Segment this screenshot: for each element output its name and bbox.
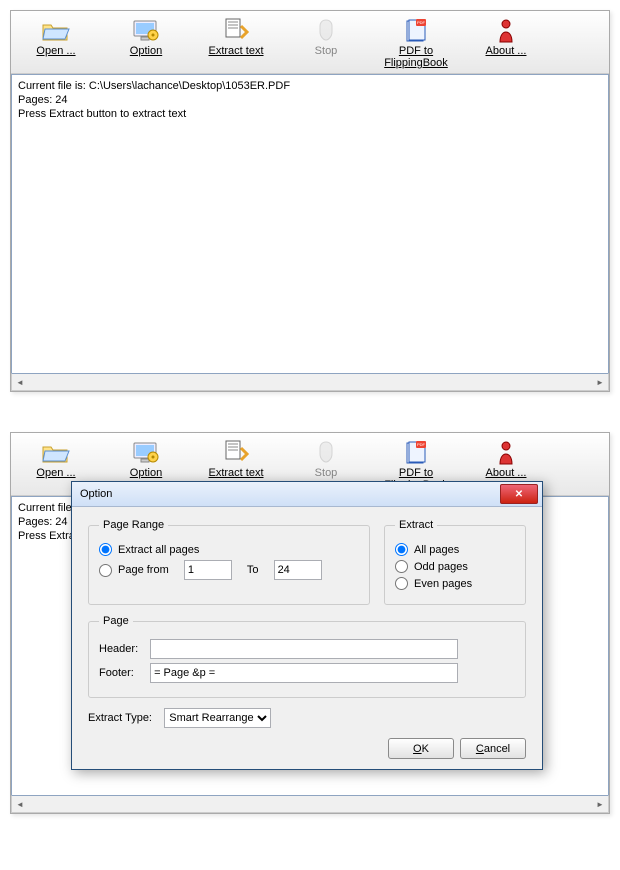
radio-all-pages-label: All pages bbox=[414, 544, 459, 556]
extract-button[interactable]: Extract text bbox=[191, 15, 281, 71]
log-line: Current file is: C:\Users\lachance\Deskt… bbox=[18, 79, 602, 93]
radio-page-from[interactable] bbox=[99, 564, 112, 577]
scroll-right-icon[interactable]: ► bbox=[592, 797, 608, 811]
extract-type-label: Extract Type: bbox=[88, 712, 152, 724]
about-button[interactable]: About ... bbox=[461, 15, 551, 71]
page-legend: Page bbox=[99, 615, 133, 627]
extract-group: Extract All pages Odd pages Even pages bbox=[384, 519, 526, 605]
page-group: Page Header: Footer: bbox=[88, 615, 526, 698]
ok-text: K bbox=[422, 743, 429, 755]
radio-page-from-label: Page from bbox=[118, 564, 169, 576]
to-label: To bbox=[247, 564, 259, 576]
radio-odd-pages-label: Odd pages bbox=[414, 561, 468, 573]
extract-text-icon bbox=[191, 439, 281, 467]
stop-button: Stop bbox=[281, 15, 371, 71]
header-input[interactable] bbox=[150, 639, 458, 659]
open-button[interactable]: Open ... bbox=[11, 15, 101, 71]
cancel-text: ancel bbox=[484, 743, 510, 755]
scroll-left-icon[interactable]: ◄ bbox=[12, 375, 28, 389]
pdf-flip-icon: PDF bbox=[371, 439, 461, 467]
to-input[interactable] bbox=[274, 560, 322, 580]
footer-input[interactable] bbox=[150, 663, 458, 683]
extract-text-icon bbox=[191, 17, 281, 45]
svg-text:PDF: PDF bbox=[417, 442, 426, 447]
pdf-flip-icon: PDF bbox=[371, 17, 461, 45]
extract-type-select[interactable]: Smart Rearrange bbox=[164, 708, 271, 728]
radio-extract-all-label: Extract all pages bbox=[118, 544, 199, 556]
folder-open-icon bbox=[11, 439, 101, 467]
toolbar: Open ... Option Extract text Stop PDF PD… bbox=[11, 11, 609, 74]
radio-even-pages-label: Even pages bbox=[414, 578, 472, 590]
cancel-button[interactable]: Cancel bbox=[460, 738, 526, 759]
scrollbar-horizontal[interactable]: ◄ ► bbox=[11, 795, 609, 813]
footer-label: Footer: bbox=[99, 667, 147, 679]
folder-open-icon bbox=[11, 17, 101, 45]
dialog-title: Option bbox=[80, 488, 500, 500]
page-range-legend: Page Range bbox=[99, 519, 168, 531]
about-pawn-icon bbox=[461, 17, 551, 45]
dialog-body: Page Range Extract all pages Page from T… bbox=[72, 507, 542, 769]
log-line: Pages: 24 bbox=[18, 93, 602, 107]
close-button[interactable]: ✕ bbox=[500, 484, 538, 504]
scrollbar-horizontal[interactable]: ◄ ► bbox=[11, 373, 609, 391]
radio-odd-pages[interactable] bbox=[395, 560, 408, 573]
monitor-gear-icon bbox=[101, 17, 191, 45]
header-label: Header: bbox=[99, 643, 147, 655]
radio-even-pages[interactable] bbox=[395, 577, 408, 590]
from-input[interactable] bbox=[184, 560, 232, 580]
flippingbook-button[interactable]: PDF PDF to FlippingBook bbox=[371, 15, 461, 71]
close-icon: ✕ bbox=[515, 489, 523, 500]
scroll-left-icon[interactable]: ◄ bbox=[12, 797, 28, 811]
about-pawn-icon bbox=[461, 439, 551, 467]
dialog-titlebar[interactable]: Option ✕ bbox=[72, 482, 542, 507]
svg-text:PDF: PDF bbox=[417, 20, 426, 25]
log-area: Current file is: C:\Users\lachance\Deskt… bbox=[11, 74, 609, 373]
radio-all-pages[interactable] bbox=[395, 543, 408, 556]
stop-icon bbox=[281, 439, 371, 467]
stop-icon bbox=[281, 17, 371, 45]
monitor-gear-icon bbox=[101, 439, 191, 467]
page-range-group: Page Range Extract all pages Page from T… bbox=[88, 519, 370, 605]
radio-extract-all[interactable] bbox=[99, 543, 112, 556]
scroll-right-icon[interactable]: ► bbox=[592, 375, 608, 389]
extract-legend: Extract bbox=[395, 519, 437, 531]
app-window-2: Open ... Option Extract text Stop PDF PD… bbox=[10, 432, 610, 814]
option-button[interactable]: Option bbox=[101, 15, 191, 71]
app-window-1: Open ... Option Extract text Stop PDF PD… bbox=[10, 10, 610, 392]
option-dialog: Option ✕ Page Range Extract all pages Pa… bbox=[71, 481, 543, 770]
ok-button[interactable]: OK bbox=[388, 738, 454, 759]
log-line: Press Extract button to extract text bbox=[18, 107, 602, 121]
